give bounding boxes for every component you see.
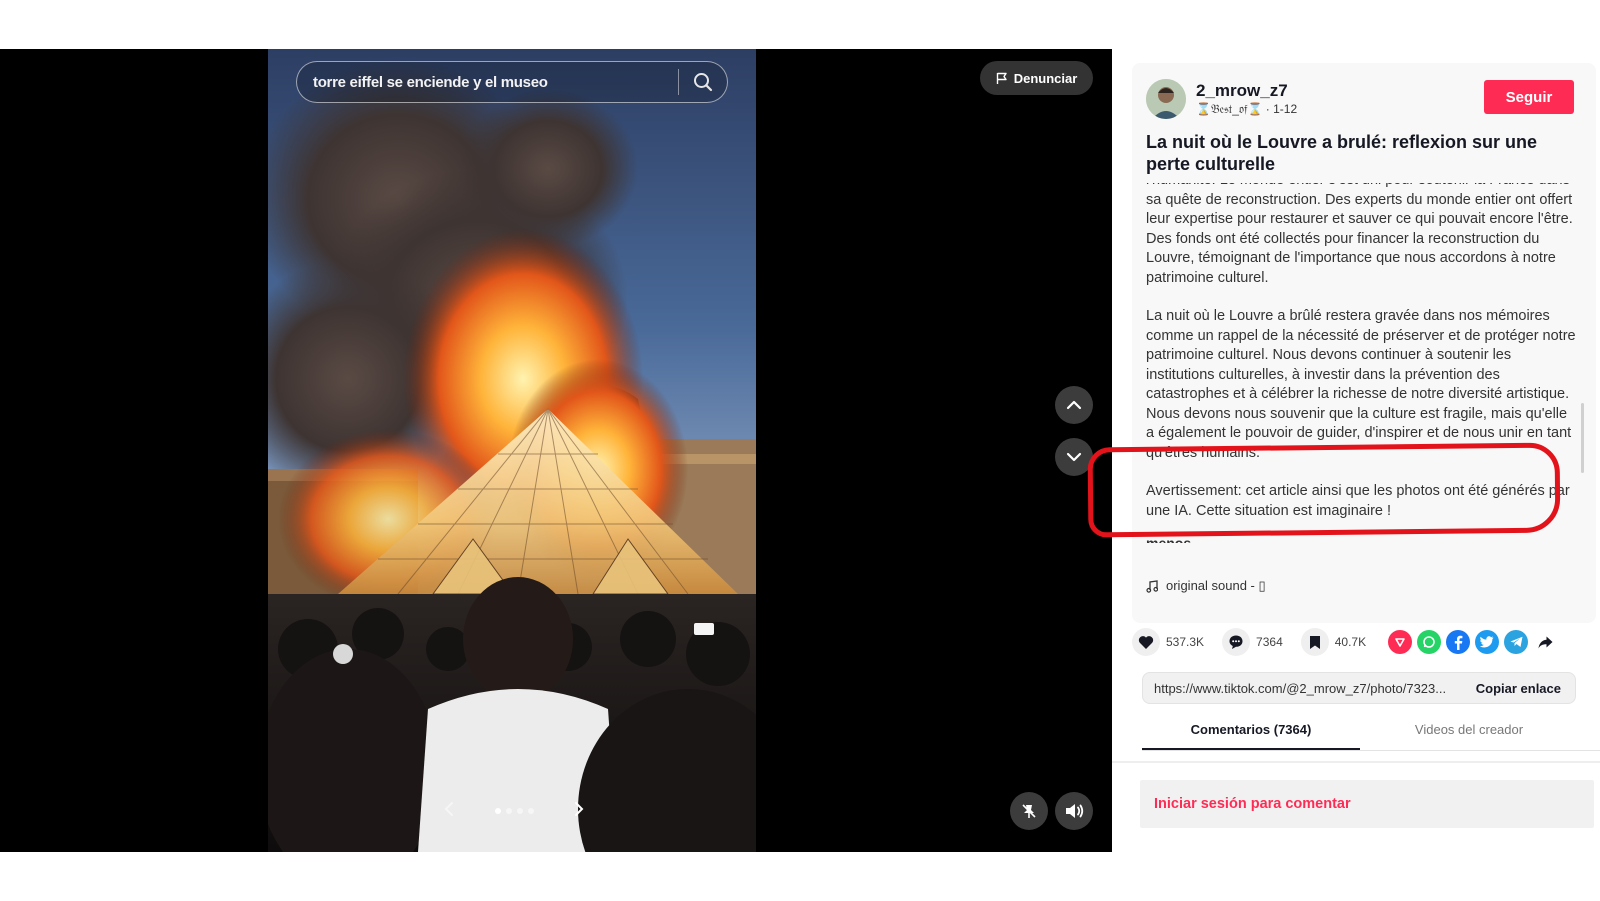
volume-button[interactable] [1055, 792, 1093, 830]
tab-creator-videos[interactable]: Videos del creador [1360, 709, 1578, 750]
description-paragraph: La nuit où le Louvre a brûlé restera gra… [1146, 308, 1576, 461]
twitter-button[interactable] [1475, 630, 1500, 654]
previous-post-button[interactable] [1055, 386, 1093, 424]
like-icon-wrap [1132, 628, 1160, 656]
bookmark-icon [1309, 635, 1320, 649]
action-bar: 537.3K 7364 40.7K [1132, 626, 1582, 658]
post-description-card: 2_mrow_z7 ⌛𝔅𝔢𝔰𝔱_𝔬𝔣⌛ · 1-12 Seguir La nui… [1132, 63, 1596, 623]
whatsapp-button[interactable] [1417, 630, 1442, 654]
share-link-row: https://www.tiktok.com/@2_mrow_z7/photo/… [1142, 672, 1576, 704]
chevron-up-icon [1066, 400, 1082, 410]
author-meta: 2_mrow_z7 ⌛𝔅𝔢𝔰𝔱_𝔬𝔣⌛ · 1-12 [1196, 81, 1297, 117]
comment-count: 7364 [1256, 635, 1283, 649]
post-description: l'humanité. Le monde entier s'est uni po… [1146, 183, 1578, 476]
search-input[interactable]: torre eiffel se enciende y el museo [313, 74, 678, 91]
chevron-left-icon [444, 801, 453, 816]
chevron-right-icon [575, 801, 584, 816]
comment-login-bar[interactable]: Iniciar sesión para comentar [1140, 780, 1594, 828]
repost-icon [1395, 638, 1405, 647]
comment-icon-wrap [1222, 628, 1251, 656]
facebook-icon [1454, 635, 1463, 650]
share-buttons [1388, 630, 1557, 654]
slide-dot[interactable] [505, 808, 512, 814]
slide-dot[interactable] [527, 808, 534, 814]
slide-dot[interactable] [494, 808, 501, 814]
show-less-button[interactable]: menos [1146, 533, 1191, 543]
post-image[interactable] [268, 49, 756, 852]
avatar[interactable] [1146, 79, 1186, 119]
author-submeta: ⌛𝔅𝔢𝔰𝔱_𝔬𝔣⌛ · 1-12 [1196, 102, 1298, 116]
facebook-button[interactable] [1446, 630, 1471, 654]
comment-icon [1229, 635, 1243, 649]
tab-comments[interactable]: Comentarios (7364) [1142, 709, 1360, 750]
chevron-down-icon [1066, 452, 1082, 462]
sound-label: original sound - ▯ [1166, 578, 1266, 593]
author-block[interactable]: 2_mrow_z7 ⌛𝔅𝔢𝔰𝔱_𝔬𝔣⌛ · 1-12 [1146, 79, 1297, 119]
comment-button[interactable]: 7364 [1222, 628, 1283, 656]
description-scrollbar[interactable] [1581, 403, 1584, 473]
section-divider [1112, 761, 1600, 763]
image-mode-button[interactable] [1010, 792, 1048, 830]
share-arrow-icon [1538, 636, 1553, 648]
next-post-button[interactable] [1055, 438, 1093, 476]
repost-button[interactable] [1388, 630, 1413, 654]
post-title: La nuit où le Louvre a brulé: reflexion … [1146, 132, 1538, 174]
report-button[interactable]: Denunciar [980, 61, 1093, 95]
login-to-comment-link[interactable]: Iniciar sesión para comentar [1154, 796, 1351, 812]
save-button[interactable]: 40.7K [1300, 628, 1367, 656]
share-url[interactable]: https://www.tiktok.com/@2_mrow_z7/photo/… [1143, 681, 1462, 696]
slide-dots [494, 808, 534, 814]
music-note-icon [1146, 579, 1158, 593]
heart-icon [1138, 635, 1154, 649]
slide-prev-button[interactable] [442, 800, 456, 823]
username[interactable]: 2_mrow_z7 [1196, 81, 1297, 101]
telegram-icon [1510, 636, 1523, 647]
follow-button[interactable]: Seguir [1484, 80, 1574, 114]
search-bar[interactable]: torre eiffel se enciende y el museo [296, 61, 728, 103]
panel-tabs: Comentarios (7364) Videos del creador [1142, 709, 1600, 751]
slide-pager [442, 801, 586, 821]
save-icon-wrap [1300, 628, 1329, 656]
like-button[interactable]: 537.3K [1132, 628, 1204, 656]
telegram-button[interactable] [1504, 630, 1529, 654]
sound-link[interactable]: original sound - ▯ [1146, 578, 1266, 594]
post-panel: 2_mrow_z7 ⌛𝔅𝔢𝔰𝔱_𝔬𝔣⌛ · 1-12 Seguir La nui… [1087, 49, 1600, 852]
flag-icon [996, 72, 1007, 84]
pin-off-icon [1022, 804, 1036, 818]
report-label: Denunciar [1013, 70, 1078, 86]
search-icon [694, 73, 713, 92]
page: torre eiffel se enciende y el museo Denu… [0, 0, 1600, 901]
more-share-button[interactable] [1533, 630, 1557, 654]
photo-viewer: torre eiffel se enciende y el museo Denu… [0, 49, 1112, 852]
twitter-icon [1480, 636, 1494, 648]
slide-dot[interactable] [516, 808, 523, 814]
ai-warning-text: Avertissement: cet article ainsi que les… [1146, 483, 1570, 519]
search-button[interactable] [679, 62, 727, 102]
copy-link-button[interactable]: Copiar enlace [1462, 681, 1575, 696]
slide-next-button[interactable] [572, 800, 586, 823]
volume-icon [1066, 804, 1084, 818]
like-count: 537.3K [1166, 635, 1205, 649]
save-count: 40.7K [1334, 635, 1367, 649]
whatsapp-icon [1423, 636, 1435, 648]
description-paragraph: l'humanité. Le monde entier s'est uni po… [1146, 183, 1573, 286]
